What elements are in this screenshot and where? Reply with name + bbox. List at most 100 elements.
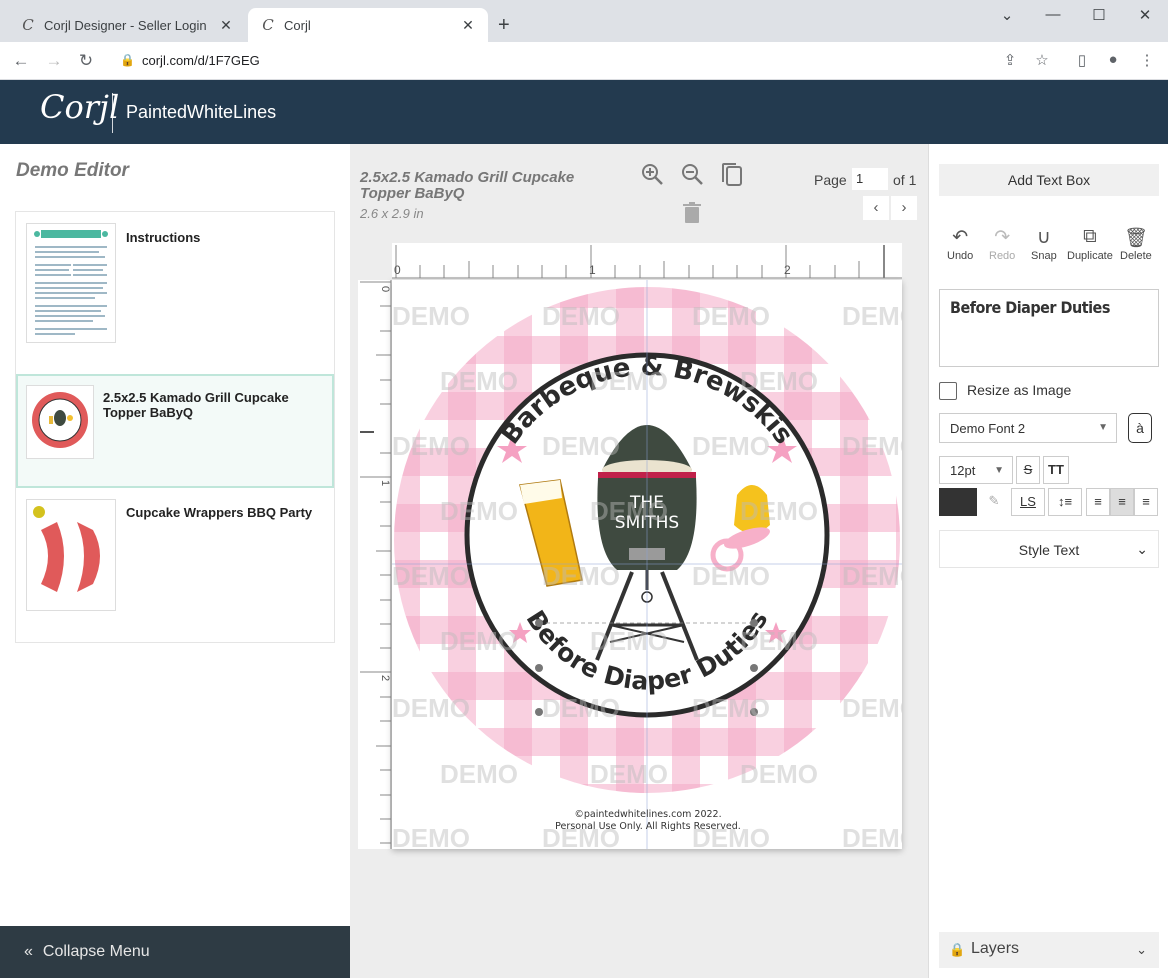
- tab-search-chevron-icon[interactable]: ⌄: [984, 6, 1030, 24]
- trash-icon[interactable]: [682, 202, 702, 230]
- ruler-label: 2: [379, 675, 391, 681]
- resize-as-image-checkbox[interactable]: [939, 382, 957, 400]
- svg-text:DEMO: DEMO: [842, 823, 902, 849]
- address-bar: ← → ↻ 🔒 corjl.com/d/1F7GEG ⇪ ☆ ▯ ● ⋮: [0, 42, 1168, 80]
- double-chevron-left-icon: «: [24, 943, 33, 960]
- app-header: Corjl PaintedWhiteLines: [0, 80, 1168, 144]
- layers-panel-toggle[interactable]: 🔒 Layers ⌄: [939, 932, 1159, 968]
- line-height-button[interactable]: ↕≡: [1048, 488, 1082, 516]
- magnet-icon: ∪: [1036, 227, 1051, 248]
- text-transform-button[interactable]: TT: [1043, 456, 1069, 484]
- collapse-menu-button[interactable]: « Collapse Menu: [0, 926, 350, 978]
- ruler-label: 1: [379, 480, 391, 486]
- delete-label: Delete: [1120, 250, 1152, 262]
- svg-text:DEMO: DEMO: [440, 496, 518, 526]
- ruler-label: 0: [394, 263, 401, 277]
- font-size-select[interactable]: 12pt ▼: [939, 456, 1013, 484]
- url-field[interactable]: corjl.com/d/1F7GEG: [142, 53, 260, 68]
- zoom-out-icon[interactable]: [680, 162, 704, 192]
- horizontal-ruler: 0 1 2: [392, 243, 902, 279]
- minimize-icon[interactable]: —: [1030, 6, 1076, 23]
- letter-spacing-button[interactable]: LS: [1011, 488, 1045, 516]
- corjl-logo[interactable]: Corjl: [40, 88, 119, 126]
- prev-page-button[interactable]: ‹: [863, 196, 889, 220]
- copyright-line-1: ©paintedwhitelines.com 2022.: [574, 809, 721, 820]
- strikethrough-button[interactable]: S: [1016, 456, 1040, 484]
- back-arrow-icon[interactable]: ←: [10, 51, 32, 71]
- fit-page-icon[interactable]: [720, 162, 744, 194]
- close-tab-icon[interactable]: ✕: [460, 17, 476, 34]
- tab-title: Corjl Designer - Seller Login: [44, 17, 207, 33]
- bookmark-star-icon[interactable]: ☆: [1031, 51, 1053, 69]
- new-tab-icon[interactable]: +: [498, 14, 510, 37]
- sidebar-title: Demo Editor: [16, 160, 129, 181]
- svg-text:DEMO: DEMO: [590, 626, 668, 656]
- template-item-cupcake-wrappers[interactable]: Cupcake Wrappers BBQ Party: [16, 488, 334, 642]
- svg-text:DEMO: DEMO: [692, 693, 770, 723]
- glyphs-button[interactable]: à: [1128, 413, 1152, 443]
- maximize-icon[interactable]: ☐: [1076, 6, 1122, 24]
- browser-tab-corjl[interactable]: C Corjl ✕: [248, 8, 488, 42]
- ruler-label: 0: [379, 286, 391, 292]
- template-list: Instructions 2.5x2.5 Kamado Grill Cupcak…: [15, 211, 335, 643]
- svg-text:DEMO: DEMO: [542, 431, 620, 461]
- layers-label: Layers: [971, 940, 1020, 957]
- template-thumbnail: [26, 499, 116, 611]
- zoom-in-icon[interactable]: [640, 162, 664, 192]
- editor-canvas-area: 2.5x2.5 Kamado Grill Cupcake Topper BaBy…: [350, 144, 928, 978]
- add-text-box-button[interactable]: Add Text Box: [939, 164, 1159, 196]
- window-close-icon[interactable]: ✕: [1122, 6, 1168, 24]
- template-name: Cupcake Wrappers BBQ Party: [126, 505, 313, 520]
- profile-avatar-icon[interactable]: ●: [1102, 51, 1124, 68]
- undo-button[interactable]: ↶ Undo: [947, 226, 973, 262]
- template-name: 2.5x2.5 Kamado Grill Cupcake Topper BaBy…: [103, 390, 289, 420]
- text-color-swatch[interactable]: [939, 488, 977, 516]
- page-number-input[interactable]: 1: [852, 168, 888, 190]
- eyedropper-icon[interactable]: ✎: [981, 488, 1007, 516]
- template-thumbnail: [26, 223, 116, 343]
- duplicate-button[interactable]: ⧉ Duplicate: [1067, 226, 1113, 262]
- share-icon[interactable]: ⇪: [999, 51, 1021, 69]
- font-select[interactable]: Demo Font 2 ▼: [939, 413, 1117, 443]
- trash-icon: 🗑: [1123, 228, 1148, 249]
- svg-text:DEMO: DEMO: [440, 759, 518, 789]
- reload-icon[interactable]: ↻: [75, 51, 97, 71]
- page-total-label: of 1: [893, 172, 917, 188]
- design-canvas[interactable]: Barbeque & Brewskis THE SMITHS efore Dia…: [392, 280, 902, 849]
- svg-text:DEMO: DEMO: [392, 823, 470, 849]
- align-right-button[interactable]: ≡: [1134, 488, 1158, 516]
- svg-text:DEMO: DEMO: [740, 759, 818, 789]
- next-page-button[interactable]: ›: [891, 196, 917, 220]
- svg-text:DEMO: DEMO: [692, 301, 770, 331]
- svg-text:DEMO: DEMO: [392, 301, 470, 331]
- align-left-button[interactable]: ≡: [1086, 488, 1110, 516]
- more-menu-icon[interactable]: ⋮: [1136, 51, 1158, 69]
- svg-text:DEMO: DEMO: [542, 301, 620, 331]
- style-text-label: Style Text: [1018, 542, 1080, 558]
- svg-text:DEMO: DEMO: [440, 626, 518, 656]
- close-tab-icon[interactable]: ✕: [218, 17, 234, 34]
- delete-button[interactable]: 🗑 Delete: [1120, 226, 1152, 262]
- template-sidebar: Demo Editor Instructions 2.5x2.5 Kamado …: [0, 144, 350, 978]
- text-edit-field[interactable]: Before Diaper Duties: [939, 289, 1159, 367]
- forward-arrow-icon[interactable]: →: [43, 51, 65, 71]
- ruler-label: 1: [589, 263, 596, 277]
- tab-title: Corjl: [284, 17, 311, 33]
- duplicate-icon: ⧉: [1083, 226, 1097, 247]
- svg-text:DEMO: DEMO: [590, 366, 668, 396]
- template-thumbnail: [26, 385, 94, 459]
- style-text-dropdown[interactable]: Style Text ⌄: [939, 530, 1159, 568]
- template-item-cupcake-topper[interactable]: 2.5x2.5 Kamado Grill Cupcake Topper BaBy…: [16, 374, 334, 488]
- side-panel-icon[interactable]: ▯: [1071, 51, 1093, 69]
- align-center-button[interactable]: ≡: [1110, 488, 1134, 516]
- template-name: Instructions: [126, 230, 201, 245]
- svg-text:DEMO: DEMO: [590, 759, 668, 789]
- chevron-down-icon: ▼: [994, 465, 1004, 476]
- product-size: 2.6 x 2.9 in: [360, 206, 424, 221]
- duplicate-label: Duplicate: [1067, 250, 1113, 262]
- snap-button[interactable]: ∪ Snap: [1031, 226, 1057, 262]
- browser-tab-seller-login[interactable]: C Corjl Designer - Seller Login ✕: [8, 8, 246, 42]
- template-item-instructions[interactable]: Instructions: [16, 212, 334, 374]
- redo-button[interactable]: ↷ Redo: [989, 226, 1015, 262]
- shop-name: PaintedWhiteLines: [126, 102, 277, 122]
